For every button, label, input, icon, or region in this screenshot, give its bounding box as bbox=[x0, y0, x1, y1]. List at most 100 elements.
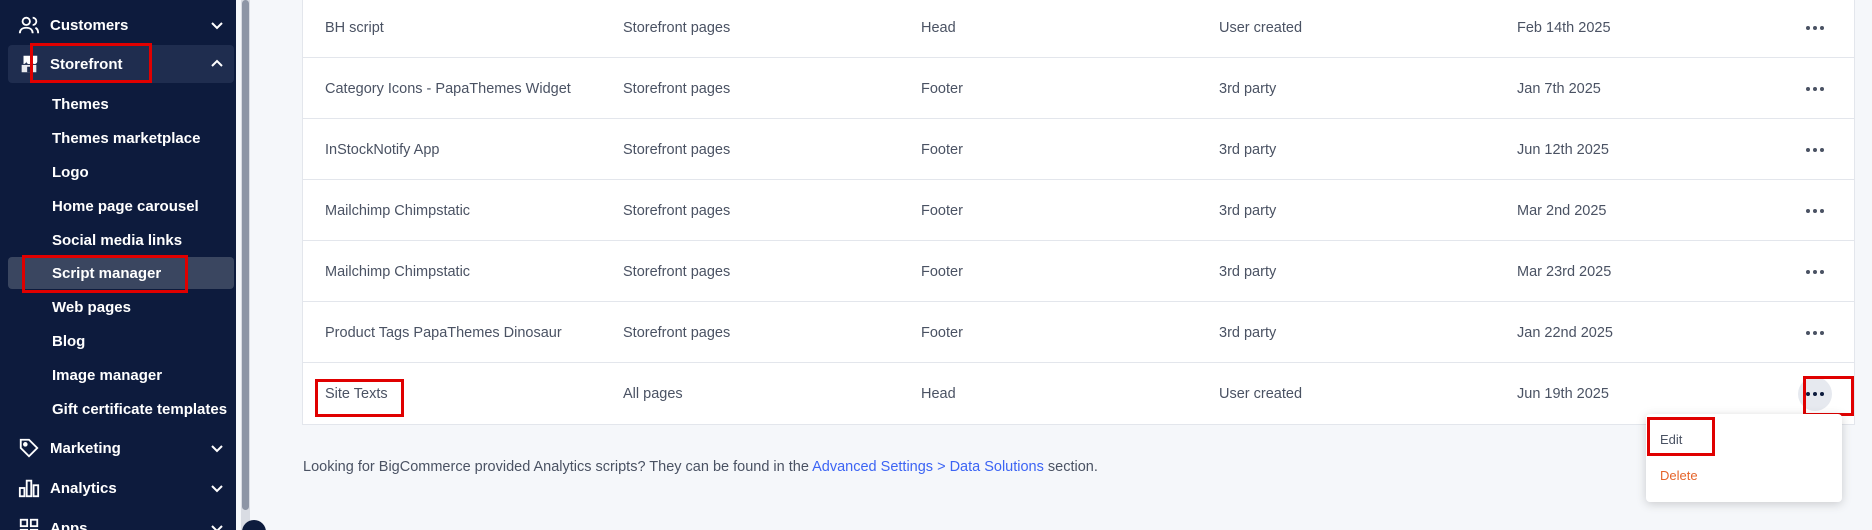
nav-customers[interactable]: Customers bbox=[8, 6, 234, 44]
chevron-down-icon bbox=[211, 445, 223, 453]
subnav-themes-marketplace[interactable]: Themes marketplace bbox=[8, 122, 234, 154]
script-location: Footer bbox=[921, 263, 963, 280]
subnav-blog[interactable]: Blog bbox=[8, 325, 234, 357]
subnav-label: Script manager bbox=[52, 264, 162, 282]
script-name: Site Texts bbox=[325, 385, 388, 402]
script-date: Jun 19th 2025 bbox=[1517, 385, 1609, 402]
script-location: Footer bbox=[921, 141, 963, 158]
more-actions-button[interactable] bbox=[1798, 11, 1832, 45]
table-row: Mailchimp Chimpstatic Storefront pages F… bbox=[303, 241, 1854, 302]
subnav-script-manager[interactable]: Script manager bbox=[8, 257, 234, 289]
script-location: Footer bbox=[921, 324, 963, 341]
subnav-label: Social media links bbox=[52, 231, 183, 249]
script-pages: All pages bbox=[623, 385, 683, 402]
actions-dropdown-menu: Edit Delete bbox=[1646, 414, 1842, 502]
script-date: Mar 23rd 2025 bbox=[1517, 263, 1612, 280]
more-actions-button[interactable] bbox=[1798, 133, 1832, 167]
script-created-by: 3rd party bbox=[1219, 80, 1277, 97]
script-date: Jan 7th 2025 bbox=[1517, 80, 1601, 97]
script-name: BH script bbox=[325, 19, 384, 36]
apps-icon bbox=[17, 516, 41, 530]
subnav-label: Themes bbox=[52, 95, 109, 113]
customers-icon bbox=[17, 13, 41, 37]
nav-storefront[interactable]: Storefront bbox=[8, 45, 234, 83]
chevron-down-icon bbox=[211, 485, 223, 493]
chevron-down-icon bbox=[211, 22, 223, 30]
more-actions-button[interactable] bbox=[1798, 377, 1832, 411]
more-actions-button[interactable] bbox=[1798, 316, 1832, 350]
scripts-table: BH script Storefront pages Head User cre… bbox=[302, 0, 1855, 425]
subnav-web-pages[interactable]: Web pages bbox=[8, 291, 234, 323]
script-created-by: User created bbox=[1219, 19, 1303, 36]
nav-marketing[interactable]: Marketing bbox=[8, 429, 234, 467]
table-row: Product Tags PapaThemes Dinosaur Storefr… bbox=[303, 302, 1854, 363]
chevron-up-icon bbox=[211, 59, 223, 67]
chevron-down-icon bbox=[211, 525, 223, 530]
tag-icon bbox=[17, 436, 41, 460]
table-row: BH script Storefront pages Head User cre… bbox=[303, 0, 1854, 58]
more-actions-button[interactable] bbox=[1798, 194, 1832, 228]
subnav-label: Themes marketplace bbox=[52, 129, 201, 147]
subnav-social-media-links[interactable]: Social media links bbox=[8, 224, 234, 256]
script-pages: Storefront pages bbox=[623, 19, 731, 36]
subnav-label: Logo bbox=[52, 163, 89, 181]
nav-apps[interactable]: Apps bbox=[8, 509, 234, 530]
script-name: Mailchimp Chimpstatic bbox=[325, 263, 471, 280]
script-location: Footer bbox=[921, 202, 963, 219]
script-pages: Storefront pages bbox=[623, 141, 731, 158]
script-location: Head bbox=[921, 385, 956, 402]
more-actions-button[interactable] bbox=[1798, 72, 1832, 106]
script-pages: Storefront pages bbox=[623, 263, 731, 280]
delete-menu-item[interactable]: Delete bbox=[1660, 468, 1698, 483]
script-created-by: User created bbox=[1219, 385, 1303, 402]
subnav-logo[interactable]: Logo bbox=[8, 156, 234, 188]
subnav-label: Gift certificate templates bbox=[52, 400, 228, 418]
script-date: Mar 2nd 2025 bbox=[1517, 202, 1607, 219]
analytics-icon bbox=[17, 476, 41, 500]
script-location: Footer bbox=[921, 80, 963, 97]
analytics-note-text: Looking for BigCommerce provided Analyti… bbox=[303, 459, 813, 475]
script-name: Category Icons - PapaThemes Widget bbox=[325, 80, 571, 97]
subnav-label: Web pages bbox=[52, 298, 131, 316]
storefront-icon bbox=[17, 52, 41, 76]
script-pages: Storefront pages bbox=[623, 324, 731, 341]
nav-label: Storefront bbox=[50, 55, 123, 73]
nav-label: Marketing bbox=[50, 439, 121, 457]
subnav-home-page-carousel[interactable]: Home page carousel bbox=[8, 190, 234, 222]
table-row: Category Icons - PapaThemes Widget Store… bbox=[303, 58, 1854, 119]
script-created-by: 3rd party bbox=[1219, 202, 1277, 219]
analytics-note-suffix: section. bbox=[1043, 459, 1098, 475]
table-row: InStockNotify App Storefront pages Foote… bbox=[303, 119, 1854, 180]
script-name: Mailchimp Chimpstatic bbox=[325, 202, 471, 219]
scrollbar-thumb[interactable] bbox=[242, 0, 249, 510]
subnav-themes[interactable]: Themes bbox=[8, 88, 234, 120]
subnav-label: Image manager bbox=[52, 366, 163, 384]
analytics-note: Looking for BigCommerce provided Analyti… bbox=[303, 459, 1098, 475]
subnav-image-manager[interactable]: Image manager bbox=[8, 359, 234, 391]
script-location: Head bbox=[921, 19, 956, 36]
more-actions-button[interactable] bbox=[1798, 255, 1832, 289]
script-created-by: 3rd party bbox=[1219, 263, 1277, 280]
nav-label: Customers bbox=[50, 16, 129, 34]
script-name: InStockNotify App bbox=[325, 141, 440, 158]
nav-label: Apps bbox=[50, 519, 88, 530]
sidebar: Customers Storefront Themes Themes marke… bbox=[0, 0, 236, 530]
script-created-by: 3rd party bbox=[1219, 324, 1277, 341]
sidebar-scrollbar[interactable] bbox=[241, 0, 250, 530]
subnav-gift-certificate-templates[interactable]: Gift certificate templates bbox=[8, 393, 234, 425]
script-pages: Storefront pages bbox=[623, 202, 731, 219]
script-date: Feb 14th 2025 bbox=[1517, 19, 1611, 36]
nav-analytics[interactable]: Analytics bbox=[8, 469, 234, 507]
edit-menu-item[interactable]: Edit bbox=[1660, 432, 1682, 447]
nav-label: Analytics bbox=[50, 479, 117, 497]
data-solutions-link[interactable]: Advanced Settings > Data Solutions bbox=[812, 459, 1044, 475]
script-created-by: 3rd party bbox=[1219, 141, 1277, 158]
script-date: Jan 22nd 2025 bbox=[1517, 324, 1613, 341]
table-row: Site Texts All pages Head User created J… bbox=[303, 363, 1854, 424]
script-name: Product Tags PapaThemes Dinosaur bbox=[325, 324, 562, 341]
subnav-label: Home page carousel bbox=[52, 197, 199, 215]
table-row: Mailchimp Chimpstatic Storefront pages F… bbox=[303, 180, 1854, 241]
script-date: Jun 12th 2025 bbox=[1517, 141, 1609, 158]
script-pages: Storefront pages bbox=[623, 80, 731, 97]
subnav-label: Blog bbox=[52, 332, 86, 350]
